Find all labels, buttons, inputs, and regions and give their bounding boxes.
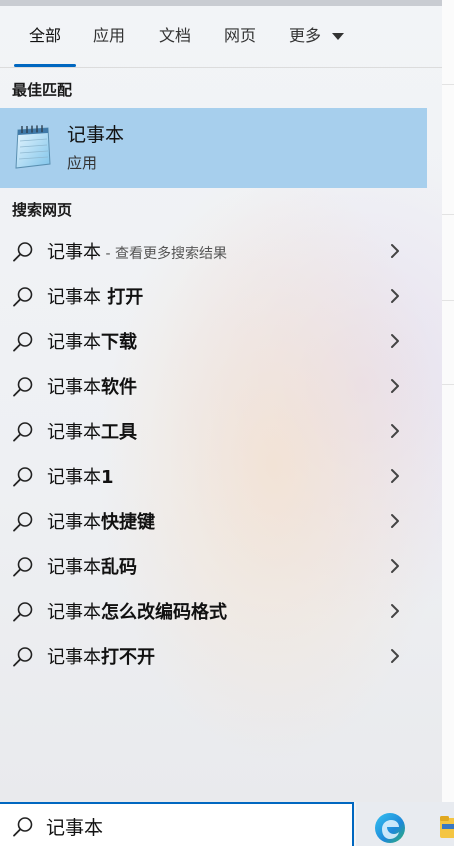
notepad-icon (15, 125, 51, 169)
web-result-prefix: 记事本 (47, 467, 101, 488)
tab-web[interactable]: 网页 (224, 24, 256, 48)
web-result-suffix: 软件 (101, 377, 137, 398)
chevron-right-icon[interactable] (389, 647, 401, 665)
web-result-suffix: 乱码 (101, 557, 137, 578)
web-result-item[interactable]: 记事本 打开 (0, 274, 427, 318)
web-result-label: 记事本怎么改编码格式 (47, 598, 227, 624)
web-result-item[interactable]: 记事本怎么改编码格式 (0, 589, 427, 633)
web-result-suffix: 下载 (101, 332, 137, 353)
search-icon (13, 647, 33, 667)
web-result-suffix: 怎么改编码格式 (101, 602, 227, 623)
web-result-prefix: 记事本 (47, 377, 101, 398)
chevron-right-icon[interactable] (389, 242, 401, 260)
tab-apps[interactable]: 应用 (93, 24, 125, 48)
web-result-suffix: 打不开 (101, 647, 155, 668)
tabs-divider (0, 67, 442, 68)
chevron-right-icon[interactable] (389, 332, 401, 350)
web-result-label: 记事本软件 (47, 373, 137, 399)
web-result-label: 记事本打不开 (47, 643, 155, 669)
search-icon (13, 332, 33, 352)
chevron-right-icon[interactable] (389, 377, 401, 395)
web-result-label: 记事本 - 查看更多搜索结果 (47, 238, 227, 264)
search-input[interactable] (46, 812, 326, 840)
web-result-item[interactable]: 记事本工具 (0, 409, 427, 453)
web-search-title: 搜索网页 (12, 201, 73, 219)
search-box[interactable] (0, 802, 354, 846)
web-result-prefix: 记事本 (47, 332, 101, 353)
caret-down-icon (332, 32, 345, 40)
web-result-item[interactable]: 记事本快捷键 (0, 499, 427, 543)
chevron-right-icon[interactable] (389, 557, 401, 575)
right-panel-edge (442, 0, 454, 802)
web-result-prefix: 记事本 (47, 287, 101, 308)
search-panel: 全部 应用 文档 网页 更多 最佳匹配 记事本 应用 搜索网页 记事本 - 查看… (0, 0, 442, 802)
search-icon (13, 377, 33, 397)
web-result-suffix: 1 (101, 467, 114, 488)
web-result-suffix: - 查看更多搜索结果 (101, 246, 227, 262)
edge-icon[interactable] (374, 812, 406, 844)
web-result-label: 记事本1 (47, 463, 114, 489)
file-explorer-icon[interactable] (440, 814, 454, 840)
search-icon (13, 287, 33, 307)
search-icon (13, 557, 33, 577)
tab-documents[interactable]: 文档 (159, 24, 191, 48)
best-match-item[interactable]: 记事本 应用 (0, 108, 427, 188)
search-icon (13, 467, 33, 487)
web-result-prefix: 记事本 (47, 242, 101, 263)
web-result-label: 记事本工具 (47, 418, 137, 444)
web-result-label: 记事本下载 (47, 328, 137, 354)
filter-tabs: 全部 应用 文档 网页 更多 (0, 6, 442, 67)
web-result-prefix: 记事本 (47, 647, 101, 668)
tab-more-label: 更多 (289, 26, 322, 45)
web-result-item[interactable]: 记事本打不开 (0, 634, 427, 678)
web-result-label: 记事本乱码 (47, 553, 137, 579)
web-result-suffix: 工具 (101, 422, 137, 443)
web-result-prefix: 记事本 (47, 557, 101, 578)
search-icon (13, 602, 33, 622)
web-result-item[interactable]: 记事本 - 查看更多搜索结果 (0, 229, 427, 273)
web-result-suffix: 打开 (101, 287, 144, 308)
search-icon (13, 242, 33, 262)
taskbar (356, 802, 454, 846)
best-match-app-type: 应用 (67, 154, 98, 172)
web-result-prefix: 记事本 (47, 422, 101, 443)
web-result-suffix: 快捷键 (101, 512, 155, 533)
chevron-right-icon[interactable] (389, 512, 401, 530)
chevron-right-icon[interactable] (389, 422, 401, 440)
web-result-item[interactable]: 记事本软件 (0, 364, 427, 408)
web-result-item[interactable]: 记事本乱码 (0, 544, 427, 588)
web-result-prefix: 记事本 (47, 512, 101, 533)
search-icon (13, 512, 33, 532)
chevron-right-icon[interactable] (389, 287, 401, 305)
search-icon (13, 817, 33, 837)
tab-more[interactable]: 更多 (289, 24, 345, 48)
tab-all[interactable]: 全部 (29, 24, 61, 48)
chevron-right-icon[interactable] (389, 602, 401, 620)
web-result-prefix: 记事本 (47, 602, 101, 623)
search-icon (13, 422, 33, 442)
web-result-label: 记事本 打开 (47, 283, 143, 309)
web-result-item[interactable]: 记事本1 (0, 454, 427, 498)
web-result-label: 记事本快捷键 (47, 508, 155, 534)
web-result-item[interactable]: 记事本下载 (0, 319, 427, 363)
best-match-title: 最佳匹配 (12, 81, 73, 99)
best-match-app-name: 记事本 (67, 124, 125, 146)
chevron-right-icon[interactable] (389, 467, 401, 485)
